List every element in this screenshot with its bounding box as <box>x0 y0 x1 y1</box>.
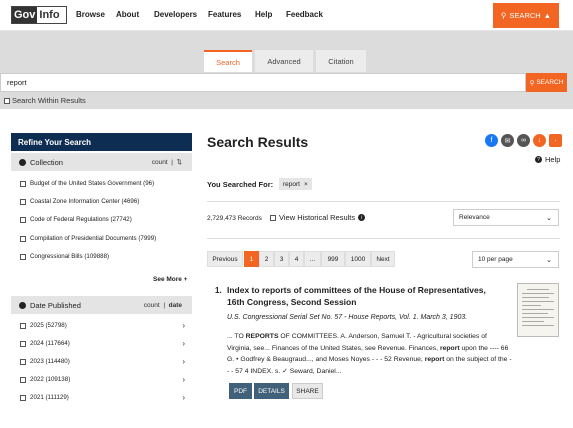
pagination-page[interactable]: 1000 <box>345 251 371 267</box>
checkbox-icon <box>20 394 26 401</box>
link-icon[interactable]: ∞ <box>517 134 530 147</box>
nav-features[interactable]: Features <box>208 10 241 19</box>
pagination-ellipsis: ... <box>304 251 321 267</box>
pagination-next[interactable]: Next <box>371 251 395 267</box>
share-button[interactable]: SHARE <box>292 383 323 399</box>
pagination-page[interactable]: 999 <box>321 251 345 267</box>
download-icon[interactable]: ↓ <box>533 134 546 147</box>
checkbox-icon <box>20 235 26 242</box>
see-more-link[interactable]: See More + <box>153 276 188 283</box>
result-number: 1. <box>215 286 222 295</box>
collapse-icon <box>19 158 26 166</box>
facet-date-item[interactable]: 2021 (111129) › <box>20 393 185 402</box>
pagination-page[interactable]: 1 <box>244 251 259 267</box>
searched-for-label: You Searched For: <box>207 180 274 189</box>
tab-search[interactable]: Search <box>204 50 252 72</box>
divider <box>207 201 560 202</box>
nav-about[interactable]: About <box>116 10 139 19</box>
date-facet-header[interactable]: Date Published count | date <box>11 296 192 314</box>
email-icon[interactable]: ✉ <box>501 134 514 147</box>
pagination-previous[interactable]: Previous <box>207 251 243 267</box>
chevron-down-icon: ⌄ <box>546 214 552 222</box>
result-citation: U.S. Congressional Serial Set No. 57 - H… <box>227 314 468 321</box>
facet-date-item[interactable]: 2024 (117664) › <box>20 339 185 348</box>
result-snippet: ... TO REPORTS OF COMMITTEES. A. Anderso… <box>227 333 512 375</box>
chevron-down-icon: ⌄ <box>546 256 552 264</box>
facet-collection-item[interactable]: Budget of the United States Government (… <box>20 180 154 187</box>
facet-date-item[interactable]: 2022 (109138) › <box>20 375 185 384</box>
tab-advanced[interactable]: Advanced <box>255 50 313 72</box>
collection-facet-header[interactable]: Collection count | ⇅ <box>11 153 192 171</box>
search-button[interactable]: ⚲ SEARCH <box>526 73 567 92</box>
checkbox-icon <box>270 214 276 221</box>
close-icon[interactable]: × <box>304 181 308 188</box>
facet-collection-item[interactable]: Coastal Zone Information Center (4696) <box>20 198 139 205</box>
checkbox-icon <box>20 376 26 383</box>
record-count: 2,729,473 Records <box>207 215 262 222</box>
checkbox-icon <box>20 198 26 205</box>
checkbox-icon <box>20 340 26 347</box>
checkbox-icon <box>20 358 26 365</box>
logo-text-info: Info <box>37 7 62 23</box>
facet-date-item[interactable]: 2023 (114480) › <box>20 357 185 366</box>
chevron-right-icon: › <box>182 375 185 384</box>
refine-title: Refine Your Search <box>11 133 192 151</box>
nav-help[interactable]: Help <box>255 10 272 19</box>
details-button[interactable]: DETAILS <box>254 383 289 399</box>
per-page-select[interactable]: 10 per page ⌄ <box>472 251 559 268</box>
header-search-button[interactable]: ⚲ SEARCH ▲ <box>493 3 559 28</box>
nav-browse[interactable]: Browse <box>76 10 105 19</box>
chevron-right-icon: › <box>182 357 185 366</box>
pdf-button[interactable]: PDF <box>229 383 252 399</box>
checkbox-icon <box>20 180 26 187</box>
historical-results-checkbox[interactable]: View Historical Results i <box>270 213 366 222</box>
pagination-page[interactable]: 2 <box>259 251 274 267</box>
search-input[interactable]: report <box>0 73 526 92</box>
facet-date-item[interactable]: 2025 (52798) › <box>20 321 185 330</box>
facet-collection-item[interactable]: Congressional Bills (109888) <box>20 253 109 260</box>
nav-feedback[interactable]: Feedback <box>286 10 323 19</box>
collection-sort[interactable]: count | ⇅ <box>152 158 182 166</box>
divider <box>207 238 560 239</box>
pagination-page[interactable]: 4 <box>289 251 304 267</box>
rss-icon[interactable]: ⋅ <box>549 134 562 147</box>
search-term-chip[interactable]: report × <box>279 178 312 190</box>
facet-collection-item[interactable]: Code of Federal Regulations (27742) <box>20 216 132 223</box>
nav-developers[interactable]: Developers <box>154 10 197 19</box>
search-icon: ⚲ <box>529 79 535 87</box>
facet-collection-item[interactable]: Compilation of Presidential Documents (7… <box>20 235 156 242</box>
chevron-right-icon: › <box>182 339 185 348</box>
chevron-right-icon: › <box>182 321 185 330</box>
info-icon[interactable]: i <box>358 214 366 221</box>
share-icons: f ✉ ∞ ↓ ⋅ <box>485 134 562 147</box>
search-within-checkbox[interactable]: Search Within Results <box>4 96 86 105</box>
checkbox-icon <box>20 216 26 223</box>
document-thumbnail[interactable] <box>517 283 559 337</box>
search-icon: ⚲ <box>500 11 507 20</box>
facebook-icon[interactable]: f <box>485 134 498 147</box>
sort-select[interactable]: Relevance ⌄ <box>453 209 559 226</box>
sort-icon: ⇅ <box>176 159 182 166</box>
checkbox-icon <box>20 322 26 329</box>
result-title-link[interactable]: Index to reports of committees of the Ho… <box>227 284 502 308</box>
checkbox-icon <box>4 97 10 104</box>
logo-text-gov: Gov <box>12 7 38 23</box>
top-navbar: Gov Info Browse About Developers Feature… <box>0 0 573 31</box>
tab-citation[interactable]: Citation <box>316 50 366 72</box>
caret-up-icon: ▲ <box>543 11 552 20</box>
pagination-page[interactable]: 3 <box>274 251 289 267</box>
results-heading: Search Results <box>207 134 309 150</box>
question-icon: ? <box>535 156 542 163</box>
collapse-icon <box>19 301 26 309</box>
date-sort[interactable]: count | date <box>144 302 182 309</box>
checkbox-icon <box>20 253 26 260</box>
govinfo-logo[interactable]: Gov Info <box>11 6 67 24</box>
chevron-right-icon: › <box>182 393 185 402</box>
help-link[interactable]: ? Help <box>535 155 560 164</box>
